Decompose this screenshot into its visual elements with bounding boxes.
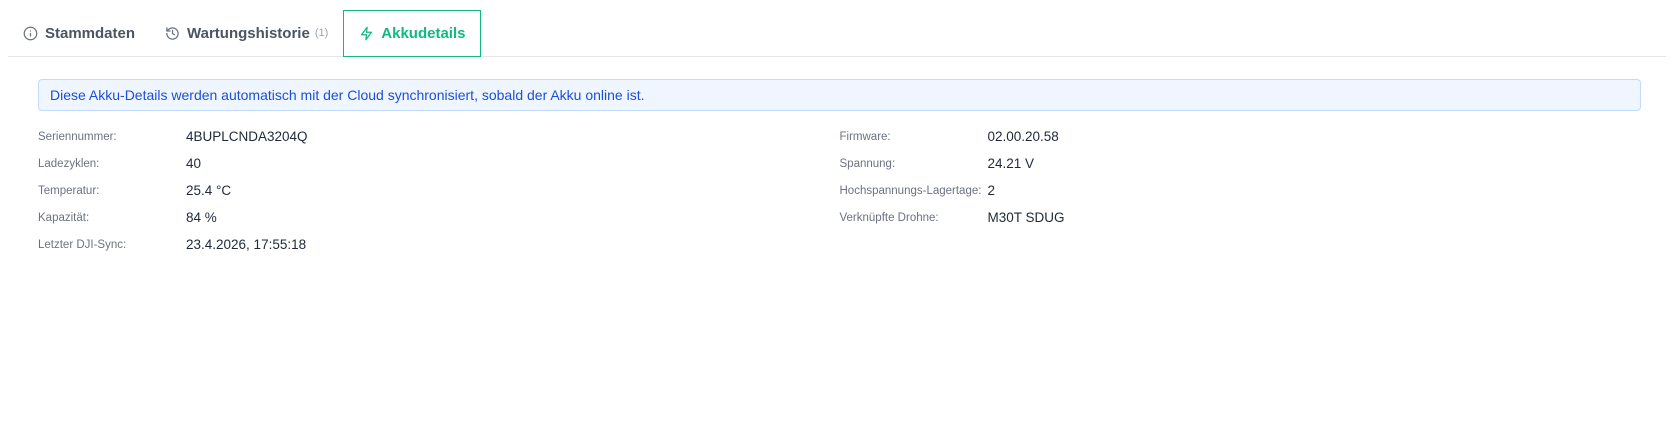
lightning-icon [359,26,374,41]
detail-row-firmware: Firmware: 02.00.20.58 [840,123,1642,150]
detail-row-storage-days: Hochspannungs-Lagertage: 2 [840,177,1642,204]
detail-value: 4BUPLCNDA3204Q [186,129,308,144]
detail-label: Ladezyklen: [38,157,100,170]
detail-value: 24.21 V [987,156,1035,171]
tab-label: Akkudetails [381,25,466,42]
detail-row-voltage: Spannung: 24.21 V [840,150,1642,177]
tab-label: Wartungshistorie [187,24,310,42]
sync-info-banner: Diese Akku-Details werden automatisch mi… [38,79,1641,111]
tab-label: Stammdaten [45,24,136,42]
tab-count-badge: (1) [314,27,329,39]
detail-label: Hochspannungs-Lagertage: [839,184,982,197]
detail-row-linked-drone: Verknüpfte Drohne: M30T SDUG [840,204,1642,231]
detail-label: Seriennummer: [38,130,117,143]
info-icon [23,26,38,41]
detail-value: 84 % [186,210,217,225]
tab-wartungshistorie[interactable]: Wartungshistorie (1) [150,10,343,56]
detail-label: Verknüpfte Drohne: [839,211,939,224]
detail-row-temperature: Temperatur: 25.4 °C [38,177,840,204]
tab-stammdaten[interactable]: Stammdaten [8,10,150,56]
detail-value: 02.00.20.58 [987,129,1059,144]
tab-bar: Stammdaten Wartungshistorie (1) Akkudeta… [8,10,1666,57]
battery-details: Seriennummer: 4BUPLCNDA3204Q Ladezyklen:… [38,123,1641,258]
detail-value: 2 [987,183,996,198]
page: Stammdaten Wartungshistorie (1) Akkudeta… [0,0,1671,446]
detail-label: Spannung: [839,157,896,170]
detail-row-capacity: Kapazität: 84 % [38,204,840,231]
details-column-right: Firmware: 02.00.20.58 Spannung: 24.21 V … [840,123,1642,258]
detail-value: 25.4 °C [186,183,232,198]
detail-label: Temperatur: [38,184,100,197]
history-icon [165,26,180,41]
detail-label: Firmware: [839,130,891,143]
detail-value: 23.4.2026, 17:55:18 [186,237,307,252]
detail-row-cycles: Ladezyklen: 40 [38,150,840,177]
tab-akkudetails[interactable]: Akkudetails [343,10,482,57]
details-column-left: Seriennummer: 4BUPLCNDA3204Q Ladezyklen:… [38,123,840,258]
detail-label: Kapazität: [38,211,90,224]
detail-row-serial: Seriennummer: 4BUPLCNDA3204Q [38,123,840,150]
banner-text: Diese Akku-Details werden automatisch mi… [50,87,645,103]
detail-row-last-sync: Letzter DJI-Sync: 23.4.2026, 17:55:18 [38,231,840,258]
detail-value: 40 [186,156,202,171]
detail-value: M30T SDUG [987,210,1065,225]
detail-label: Letzter DJI-Sync: [38,238,127,251]
